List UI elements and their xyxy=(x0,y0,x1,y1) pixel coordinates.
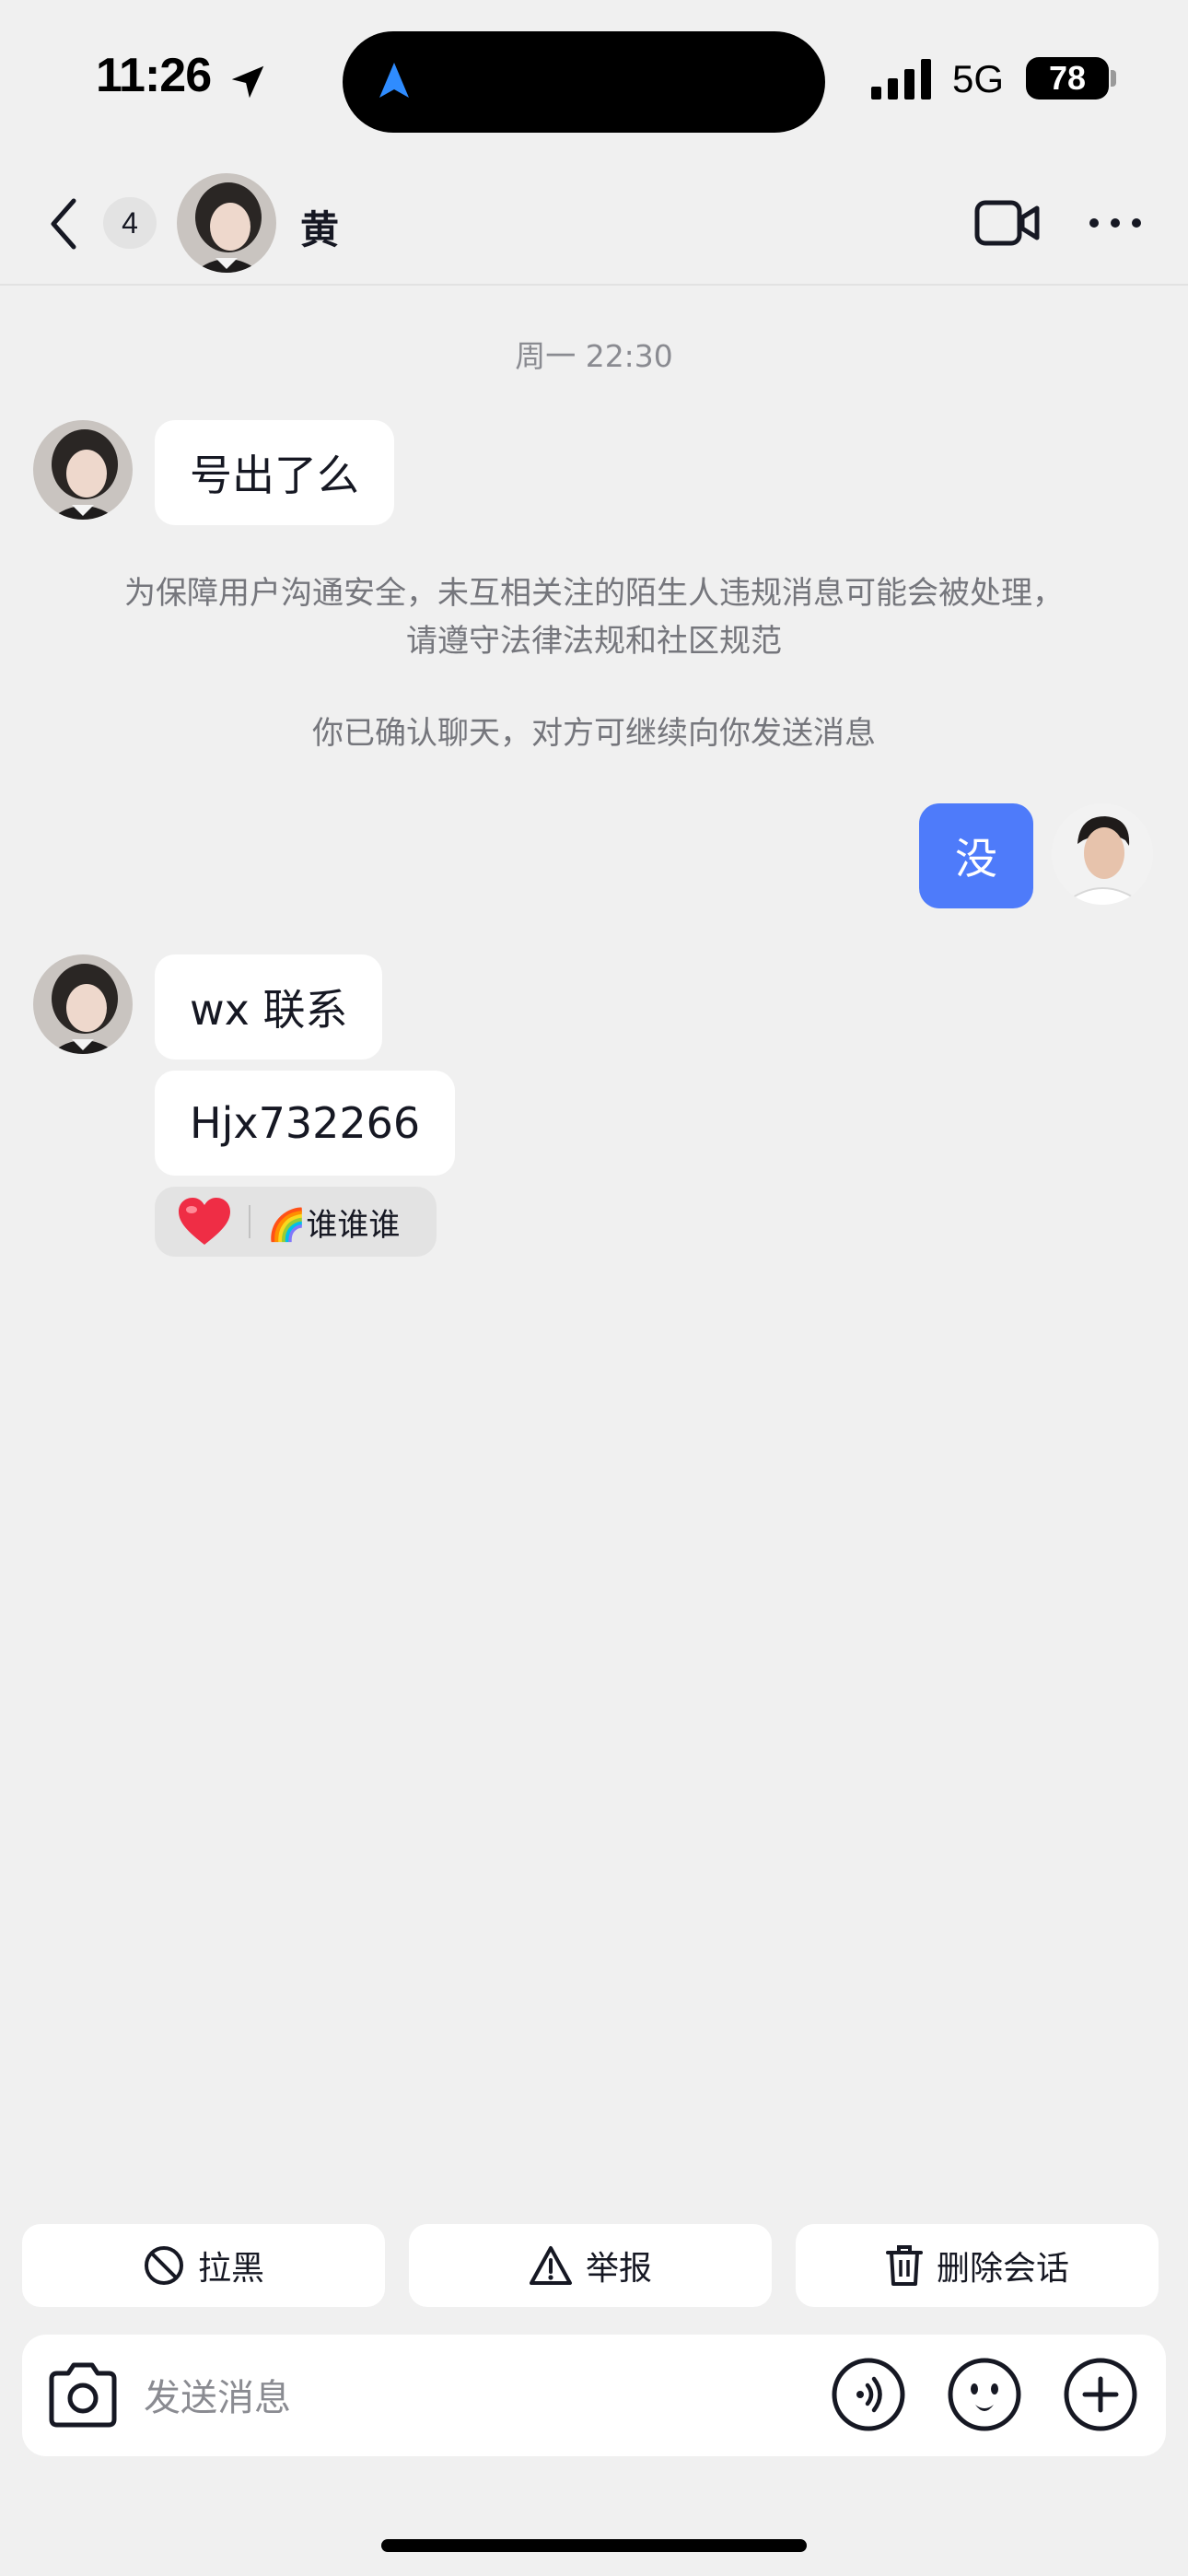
system-notice: 为保障用户沟通安全，未互相关注的陌生人违规消息可能会被处理，请遵守法律法规和社区… xyxy=(124,575,1064,660)
heart-reaction-icon xyxy=(179,1198,230,1245)
contact-name[interactable]: 黄 xyxy=(300,199,339,255)
confirm-notice: 你已确认聊天，对方可继续向你发送消息 xyxy=(312,715,876,752)
delete-conversation-button[interactable]: 删除会话 xyxy=(796,2224,1159,2307)
message-bubble[interactable]: 号出了么 xyxy=(155,420,394,525)
navigation-icon xyxy=(379,63,409,98)
sender-avatar[interactable] xyxy=(33,954,133,1054)
message-bubble[interactable]: Hjx732266 xyxy=(155,1071,456,1176)
my-avatar[interactable] xyxy=(1052,803,1153,905)
delete-label: 删除会话 xyxy=(936,2250,1069,2288)
report-label: 举报 xyxy=(585,2250,652,2288)
status-time: 11:26 xyxy=(96,49,212,102)
plus-icon[interactable] xyxy=(1063,2357,1138,2432)
signal-icon xyxy=(871,59,931,100)
location-arrow-icon xyxy=(231,65,264,99)
more-icon[interactable] xyxy=(1087,214,1144,232)
unread-count-badge[interactable]: 4 xyxy=(103,197,157,249)
chat-timestamp: 周一 22:30 xyxy=(515,338,673,374)
block-icon xyxy=(144,2246,183,2285)
emoji-icon[interactable] xyxy=(947,2357,1022,2432)
message-input[interactable]: 发送消息 xyxy=(144,2368,291,2421)
battery-tip xyxy=(1111,70,1116,87)
block-button[interactable]: 拉黑 xyxy=(22,2224,385,2307)
camera-icon[interactable] xyxy=(46,2360,120,2429)
sender-avatar[interactable] xyxy=(33,420,133,520)
header-divider xyxy=(0,284,1188,286)
report-button[interactable]: 举报 xyxy=(409,2224,772,2307)
warning-icon xyxy=(529,2246,572,2285)
contact-avatar[interactable] xyxy=(177,173,276,273)
reactor-name: 🌈谁谁谁 xyxy=(267,1206,401,1244)
video-call-icon[interactable] xyxy=(974,199,1041,247)
reaction-bar[interactable]: 🌈谁谁谁 xyxy=(155,1187,437,1257)
voice-icon[interactable] xyxy=(831,2357,906,2432)
reaction-separator xyxy=(249,1205,250,1238)
message-bubble[interactable]: wx 联系 xyxy=(155,954,383,1060)
back-chevron-icon[interactable] xyxy=(46,195,83,252)
home-indicator[interactable] xyxy=(381,2539,807,2552)
my-message-bubble[interactable]: 没 xyxy=(919,803,1033,908)
battery-indicator: 78 xyxy=(1026,57,1109,100)
block-label: 拉黑 xyxy=(197,2250,264,2288)
network-type: 5G xyxy=(952,57,1005,100)
trash-icon xyxy=(885,2245,923,2286)
